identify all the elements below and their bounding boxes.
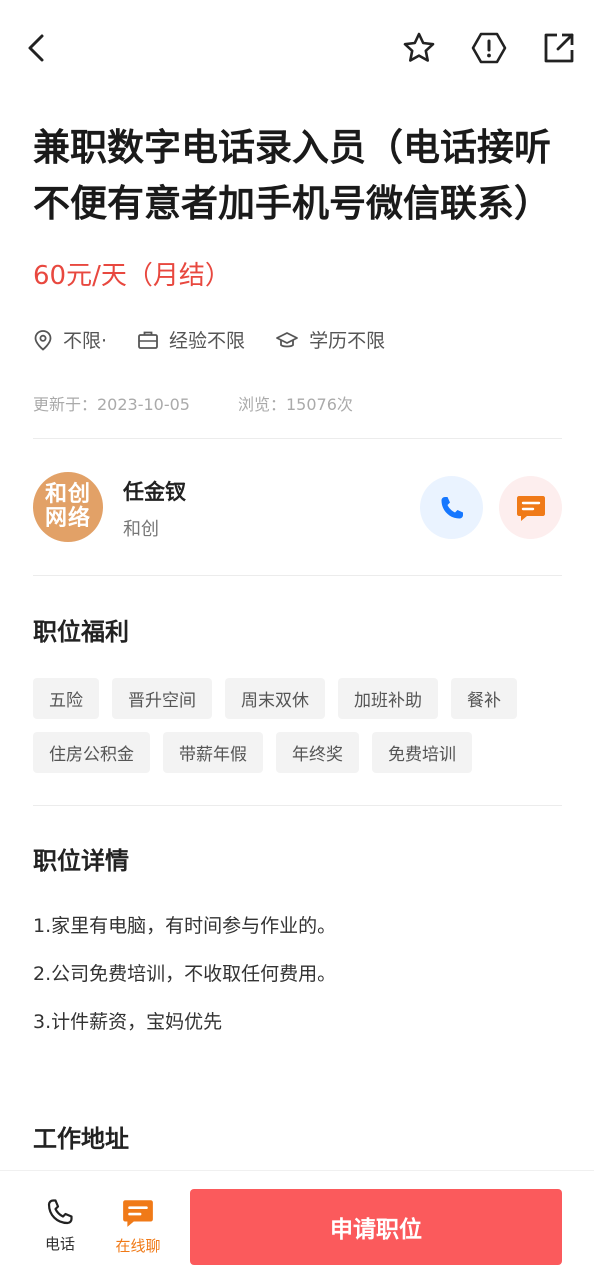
message-icon: [516, 495, 545, 521]
benefit-tag: 周末双休: [225, 678, 325, 719]
avatar-text-line2: 网络: [44, 506, 91, 531]
briefcase-icon: [138, 331, 158, 349]
salary: 60元/天（月结）: [33, 261, 231, 291]
share-icon[interactable]: [541, 30, 577, 66]
benefit-tag: 五险: [33, 678, 99, 719]
detail-line: 2.公司免费培训，不收取任何费用。: [33, 963, 337, 985]
benefit-tag: 晋升空间: [112, 678, 212, 719]
benefits-title: 职位福利: [33, 618, 129, 646]
recruiter-card[interactable]: 和创 网络 任金钗 和创: [33, 472, 562, 544]
report-icon[interactable]: [471, 30, 507, 66]
benefit-tag: 住房公积金: [33, 732, 150, 773]
avatar-text-line1: 和创: [44, 482, 91, 507]
phone-icon: [441, 496, 463, 518]
benefit-tag: 加班补助: [338, 678, 438, 719]
call-button[interactable]: [420, 476, 483, 539]
location-pin-icon: [34, 329, 52, 351]
job-stats: 更新于：2023-10-05 浏览：15076次: [33, 391, 353, 415]
experience-meta: 经验不限: [137, 326, 245, 353]
benefit-tags: 五险 晋升空间 周末双休 加班补助 餐补 住房公积金 带薪年假 年终奖 免费培训: [33, 678, 563, 786]
apply-button[interactable]: 申请职位: [190, 1189, 562, 1265]
view-count: 浏览：15076次: [238, 395, 353, 414]
recruiter-name: 任金钗: [123, 480, 186, 504]
location-text: 不限·: [63, 330, 108, 352]
benefit-tag: 免费培训: [372, 732, 472, 773]
bottom-phone-label: 电话: [44, 1235, 75, 1253]
graduation-cap-icon: [276, 331, 298, 347]
company-avatar: 和创 网络: [33, 472, 103, 542]
top-bar: [0, 0, 594, 100]
address-title: 工作地址: [33, 1125, 129, 1153]
detail-line: 1.家里有电脑，有时间参与作业的。: [33, 915, 337, 937]
education-text: 学历不限: [309, 330, 386, 352]
job-meta: 不限· 经验不限 学历不限: [33, 326, 415, 353]
benefit-tag: 年终奖: [276, 732, 359, 773]
divider: [33, 438, 562, 439]
back-arrow-icon[interactable]: [18, 30, 54, 66]
benefit-tag: 带薪年假: [163, 732, 263, 773]
divider: [33, 805, 562, 806]
star-icon[interactable]: [401, 30, 437, 66]
bottom-phone-button[interactable]: 电话: [30, 1197, 90, 1254]
message-icon: [123, 1200, 153, 1227]
experience-text: 经验不限: [169, 330, 246, 352]
chat-button[interactable]: [499, 476, 562, 539]
location-meta: 不限·: [33, 326, 107, 353]
phone-outline-icon: [47, 1199, 73, 1225]
bottom-chat-label: 在线聊: [115, 1237, 161, 1255]
job-title: 兼职数字电话录入员（电话接听不便有意者加手机号微信联系）: [33, 126, 551, 225]
bottom-chat-button[interactable]: 在线聊: [108, 1197, 168, 1256]
recruiter-company: 和创: [123, 519, 159, 540]
education-meta: 学历不限: [275, 326, 385, 353]
detail-line: 3.计件薪资，宝妈优先: [33, 1011, 223, 1033]
divider: [33, 575, 562, 576]
bottom-action-bar: 电话 在线聊 申请职位: [0, 1170, 594, 1280]
job-details: 1.家里有电脑，有时间参与作业的。 2.公司免费培训，不收取任何费用。 3.计件…: [33, 908, 336, 1052]
updated-date: 更新于：2023-10-05: [33, 395, 190, 414]
benefit-tag: 餐补: [451, 678, 517, 719]
details-title: 职位详情: [33, 847, 129, 875]
